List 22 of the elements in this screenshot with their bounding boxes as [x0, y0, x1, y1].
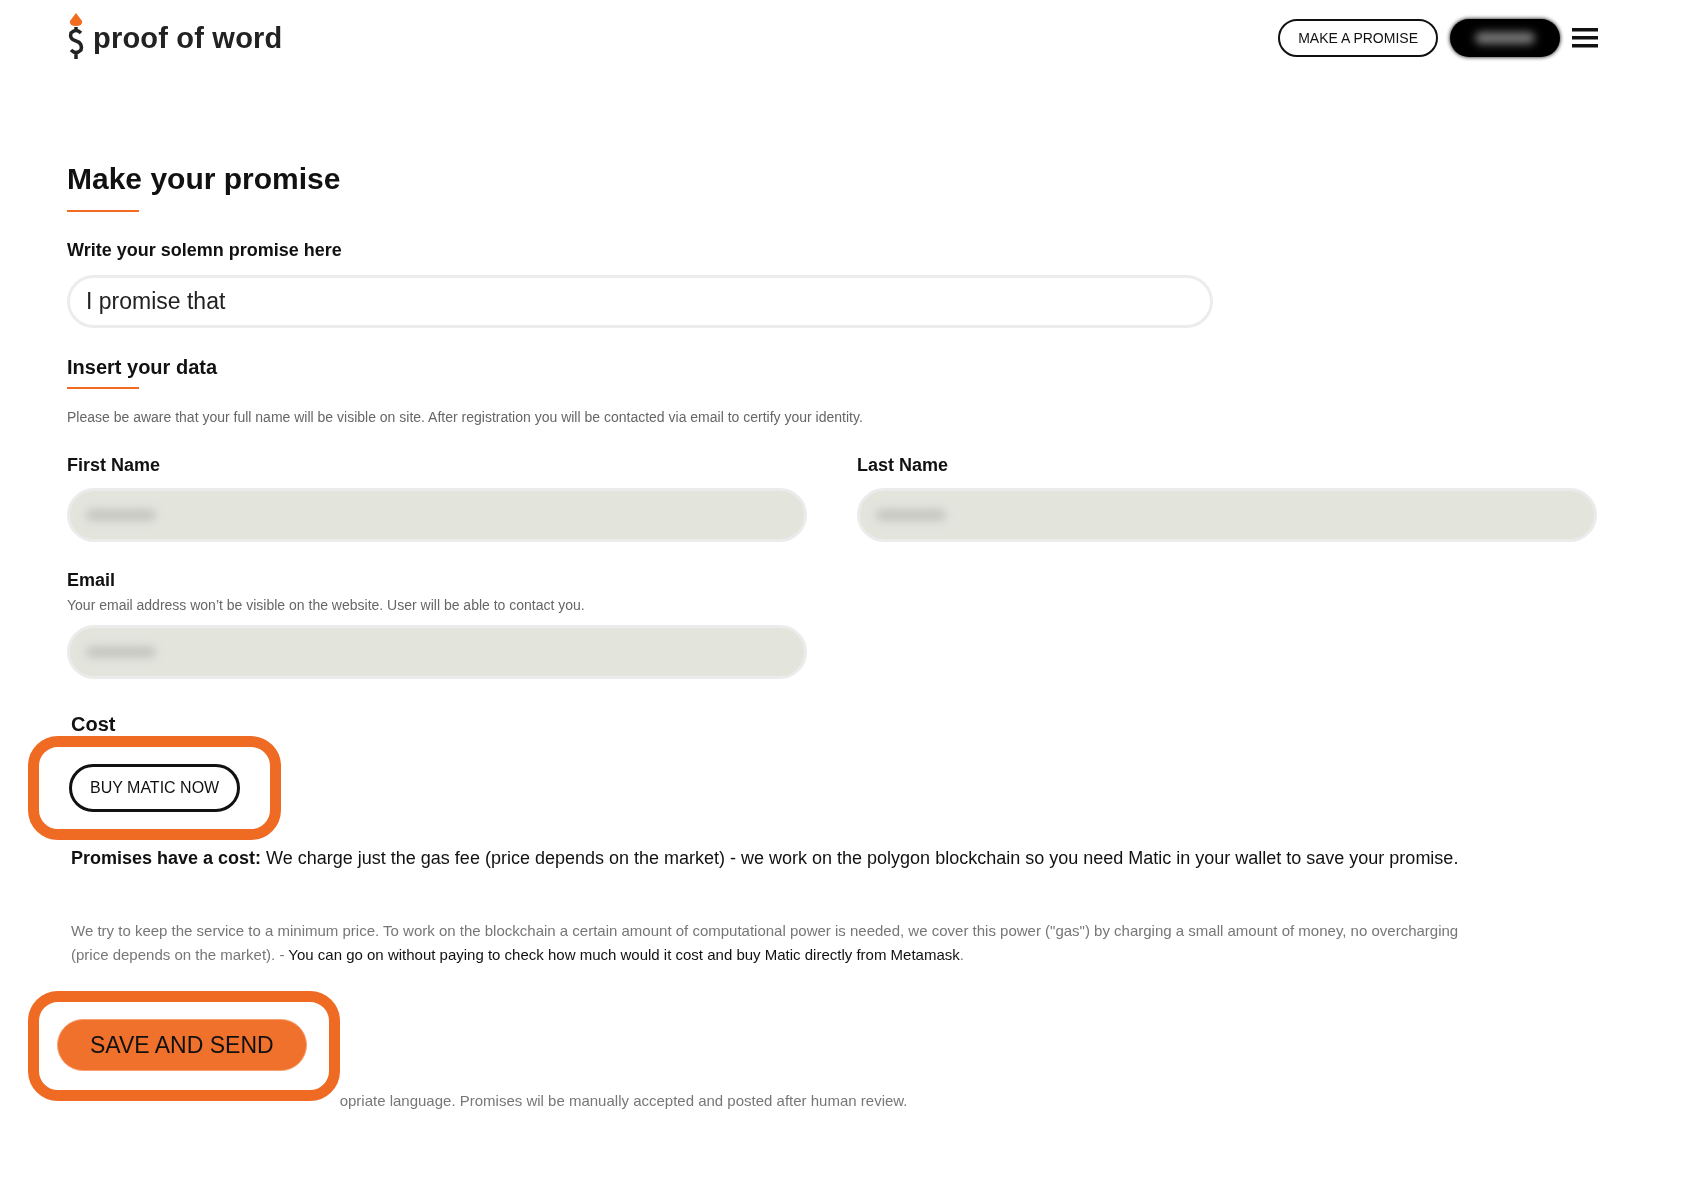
hint-text: Your email address won’t be visible on the website. User will be able to contact you.	[67, 597, 586, 613]
menu-icon[interactable]	[1572, 27, 1598, 49]
section-title: Cost	[71, 713, 117, 736]
field-label: First Name	[67, 455, 162, 476]
text-field[interactable]	[67, 625, 807, 679]
section-title: Insert your data	[67, 356, 219, 379]
save-and-send-button[interactable]: SAVE AND SEND	[57, 1019, 307, 1071]
page-title: Make your promise	[67, 162, 342, 196]
promise-field[interactable]: I promise that	[67, 275, 1213, 328]
field-label: Email	[67, 570, 117, 591]
cost-summary: Promises have a cost: We charge just the gas fee (price depends on the market) - we work on the polygon blockchain so you need Matic in your wallet to save your promise.	[71, 848, 1460, 869]
buy-matic-button[interactable]: BUY MATIC NOW	[69, 764, 241, 812]
text-field[interactable]	[857, 488, 1597, 542]
notice-text: Please be aware that your full name will be visible on site. After registration you will be contacted via email to certify your identity.	[67, 409, 864, 425]
make-promise-button[interactable]: MAKE A PROMISE	[1278, 19, 1438, 57]
field-label: Last Name	[857, 455, 950, 476]
review-note: opriate language. Promises wil be manually accepted and posted after human review.	[339, 1092, 908, 1109]
account-button[interactable]	[1450, 19, 1560, 57]
text-field[interactable]	[67, 488, 807, 542]
cost-details: We try to keep the service to a minimum price. To work on the blockchain a certain amount of computational power is needed, we cover this power ("gas") by charging a small amount of money, no overcharging (price depends on the market). - You can go on without paying to check how much would it cost and buy Matic directly from Metamask.	[71, 921, 1460, 965]
logo-text: proof of word	[93, 21, 283, 55]
field-label: Write your solemn promise here	[67, 240, 343, 261]
